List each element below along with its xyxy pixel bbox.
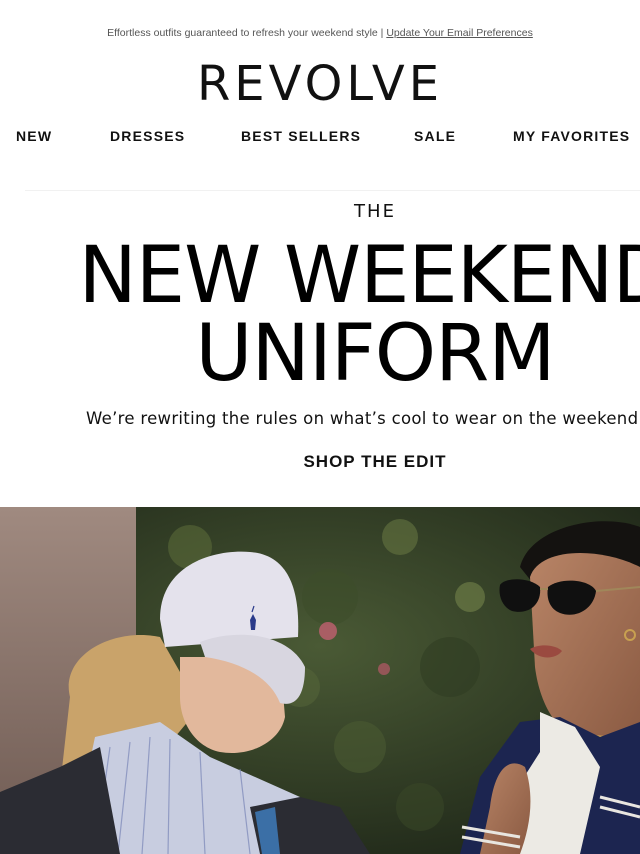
preheader-text: Effortless outfits guaranteed to refresh… [107, 27, 387, 39]
flower [378, 663, 390, 675]
hero-photo [0, 507, 640, 854]
headline-subtitle: We’re rewriting the rules on what’s cool… [86, 409, 640, 428]
main-nav: NEW DRESSES BEST SELLERS SALE MY FAVORIT… [0, 128, 640, 146]
hero-image[interactable] [0, 507, 640, 854]
nav-item-new[interactable]: NEW [16, 128, 52, 144]
headline-line-1: NEW WEEKEND [78, 231, 640, 321]
preheader: Effortless outfits guaranteed to refresh… [0, 27, 640, 39]
nav-item-best-sellers[interactable]: BEST SELLERS [241, 128, 361, 144]
email-preferences-link[interactable]: Update Your Email Preferences [386, 27, 533, 39]
shop-the-edit-button[interactable]: SHOP THE EDIT [0, 452, 640, 472]
nav-item-my-favorites[interactable]: MY FAVORITES [513, 128, 630, 144]
headline-line-2: UNIFORM [195, 309, 555, 399]
nav-item-dresses[interactable]: DRESSES [110, 128, 185, 144]
nav-item-sale[interactable]: SALE [414, 128, 456, 144]
divider [25, 190, 640, 191]
revolve-logo[interactable]: REVOLVE [0, 56, 640, 112]
headline-eyebrow: THE [354, 201, 396, 222]
flower [319, 622, 337, 640]
